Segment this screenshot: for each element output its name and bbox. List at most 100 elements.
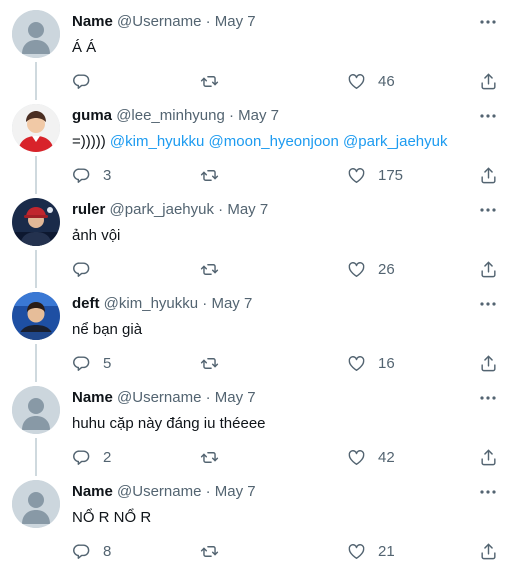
- separator-dot: ·: [205, 389, 211, 406]
- more-icon[interactable]: [478, 294, 498, 314]
- like-button[interactable]: 175: [347, 164, 403, 186]
- reply-button[interactable]: [72, 70, 91, 92]
- like-button[interactable]: 21: [347, 540, 395, 562]
- reply-button[interactable]: 2: [72, 446, 111, 468]
- tweet-actions: 3 175: [72, 164, 502, 186]
- avatar[interactable]: [12, 198, 60, 246]
- like-icon: [347, 166, 366, 185]
- avatar[interactable]: [12, 10, 60, 58]
- retweet-icon: [200, 260, 219, 279]
- tweet-date[interactable]: May 7: [215, 483, 256, 500]
- retweet-button[interactable]: [200, 446, 219, 468]
- tweet-body: NỔ R NỔ R: [72, 509, 152, 526]
- reply-button[interactable]: 8: [72, 540, 111, 562]
- tweet-actions: 2 42: [72, 446, 502, 468]
- share-button[interactable]: [479, 258, 498, 280]
- like-count: 42: [378, 448, 395, 466]
- separator-dot: ·: [205, 483, 211, 500]
- tweet: Name @Username · May 7 NỔ R NỔ R 8 21: [0, 470, 512, 564]
- like-icon: [347, 542, 366, 561]
- username-handle[interactable]: @Username: [117, 13, 201, 30]
- avatar[interactable]: [12, 292, 60, 340]
- share-icon: [479, 72, 498, 91]
- display-name[interactable]: guma: [72, 107, 112, 124]
- more-icon[interactable]: [478, 388, 498, 408]
- retweet-button[interactable]: [200, 164, 219, 186]
- retweet-button[interactable]: [200, 258, 219, 280]
- tweet-header: Name @Username · May 7: [72, 12, 256, 32]
- reply-icon: [72, 166, 91, 185]
- reply-count: 5: [103, 354, 112, 372]
- tweet-date[interactable]: May 7: [227, 201, 268, 218]
- like-icon: [347, 354, 366, 373]
- display-name[interactable]: Name: [72, 13, 113, 30]
- username-handle[interactable]: @park_jaehyuk: [110, 201, 214, 218]
- reply-button[interactable]: 3: [72, 164, 111, 186]
- share-button[interactable]: [479, 446, 498, 468]
- separator-dot: ·: [218, 201, 224, 218]
- like-count: 175: [378, 166, 404, 184]
- username-handle[interactable]: @kim_hyukku: [104, 295, 198, 312]
- username-handle[interactable]: @Username: [117, 389, 201, 406]
- tweet-body: Á Á: [72, 39, 97, 56]
- like-button[interactable]: 26: [347, 258, 395, 280]
- tweet-date[interactable]: May 7: [215, 13, 256, 30]
- share-button[interactable]: [479, 70, 498, 92]
- display-name[interactable]: Name: [72, 483, 113, 500]
- reply-button[interactable]: [72, 258, 91, 280]
- more-icon[interactable]: [478, 106, 498, 126]
- tweet-actions: 46: [72, 70, 502, 92]
- tweet: guma @lee_minhyung · May 7 =))))) @kim_hy…: [0, 94, 512, 194]
- like-button[interactable]: 16: [347, 352, 395, 374]
- avatar[interactable]: [12, 386, 60, 434]
- mention-link[interactable]: @moon_hyeonjoon: [209, 133, 339, 150]
- tweet-date[interactable]: May 7: [215, 389, 256, 406]
- share-icon: [479, 260, 498, 279]
- tweet-body: =))))): [72, 133, 106, 150]
- share-button[interactable]: [479, 164, 498, 186]
- retweet-icon: [200, 72, 219, 91]
- reply-button[interactable]: 5: [72, 352, 111, 374]
- retweet-button[interactable]: [200, 70, 219, 92]
- more-icon[interactable]: [478, 200, 498, 220]
- tweet: Name @Username · May 7 Á Á 46: [0, 0, 512, 100]
- like-button[interactable]: 42: [347, 446, 395, 468]
- share-icon: [479, 166, 498, 185]
- tweet-text: =))))) @kim_hyukku @moon_hyeonjoon @park…: [72, 132, 447, 152]
- separator-dot: ·: [229, 107, 234, 124]
- reply-icon: [72, 260, 91, 279]
- mention-link[interactable]: @kim_hyukku: [110, 133, 204, 150]
- like-icon: [347, 260, 366, 279]
- display-name[interactable]: Name: [72, 389, 113, 406]
- tweet-actions: 26: [72, 258, 502, 280]
- tweet-body: nể bạn già: [72, 321, 143, 338]
- retweet-button[interactable]: [200, 540, 219, 562]
- reply-icon: [72, 72, 91, 91]
- username-handle[interactable]: @Username: [117, 483, 201, 500]
- tweet-header: ruler @park_jaehyuk · May 7: [72, 200, 268, 220]
- retweet-icon: [200, 354, 219, 373]
- avatar[interactable]: [12, 104, 60, 152]
- tweet-text: ảnh vội: [72, 226, 120, 246]
- like-button[interactable]: 46: [347, 70, 395, 92]
- tweet-actions: 5 16: [72, 352, 502, 374]
- username-handle[interactable]: @lee_minhyung: [116, 107, 225, 124]
- display-name[interactable]: deft: [72, 295, 100, 312]
- like-count: 16: [378, 354, 395, 372]
- tweet-date[interactable]: May 7: [238, 107, 279, 124]
- separator-dot: ·: [202, 295, 208, 312]
- reply-icon: [72, 448, 91, 467]
- share-button[interactable]: [479, 540, 498, 562]
- display-name[interactable]: ruler: [72, 201, 105, 218]
- tweet-date[interactable]: May 7: [211, 295, 252, 312]
- like-count: 21: [378, 542, 395, 560]
- tweet-text: Á Á: [72, 38, 96, 58]
- avatar[interactable]: [12, 480, 60, 528]
- share-button[interactable]: [479, 352, 498, 374]
- reply-count: 8: [103, 542, 112, 560]
- mention-link[interactable]: @park_jaehyuk: [343, 133, 447, 150]
- retweet-button[interactable]: [200, 352, 219, 374]
- more-icon[interactable]: [478, 482, 498, 502]
- more-icon[interactable]: [478, 12, 498, 32]
- tweet-text: NỔ R NỔ R: [72, 508, 151, 528]
